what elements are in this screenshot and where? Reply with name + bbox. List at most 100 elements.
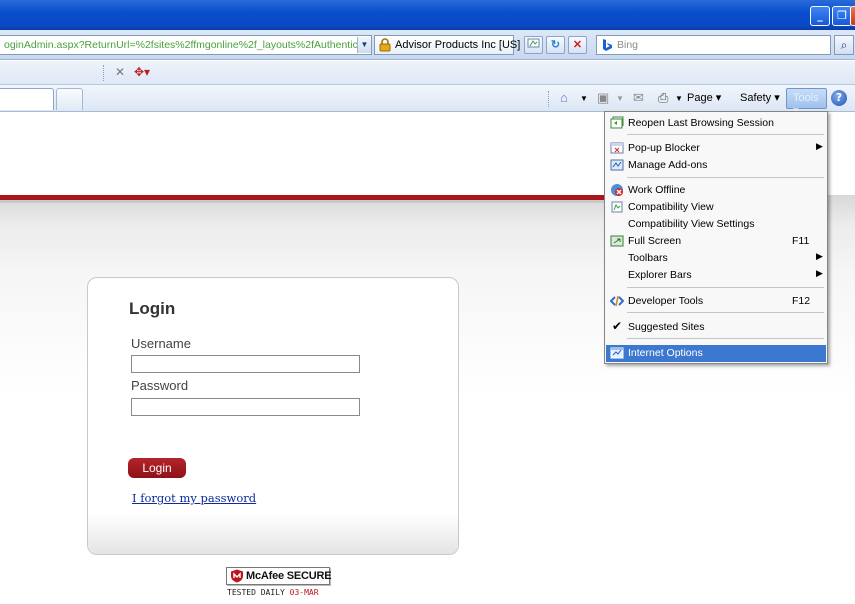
- menu-separator: [627, 312, 824, 313]
- menu-item-shortcut: F11: [792, 235, 810, 247]
- title-bar: _ ❐: [0, 0, 855, 30]
- menu-item-label: Explorer Bars: [628, 269, 692, 281]
- popup-blocker-icon: [610, 141, 624, 155]
- bing-icon: [603, 39, 612, 51]
- menu-item-developer-tools[interactable]: Developer Tools F12: [606, 293, 826, 310]
- address-bar[interactable]: oginAdmin.aspx?ReturnUrl=%2fsites%2ffmgo…: [0, 35, 372, 55]
- tools-dropdown-menu: Reopen Last Browsing Session Pop-up Bloc…: [604, 111, 828, 364]
- mcafee-tested-text: TESTED DAILY: [227, 588, 285, 597]
- safety-menu[interactable]: Safety ▾: [740, 91, 780, 104]
- refresh-button[interactable]: ↻: [546, 36, 565, 54]
- page-menu-label: Page: [687, 92, 713, 104]
- close-icon[interactable]: ✕: [115, 65, 125, 79]
- mcafee-tested-line: TESTED DAILY 03-MAR: [227, 588, 319, 597]
- header-stripe-shadow: [0, 200, 605, 203]
- address-dropdown-icon[interactable]: ▼: [357, 37, 371, 53]
- menu-item-label: Developer Tools: [628, 295, 704, 307]
- menu-item-compatibility-settings[interactable]: Compatibility View Settings: [606, 216, 826, 233]
- password-label: Password: [131, 378, 189, 393]
- tools-menu-button[interactable]: Tools ▾: [786, 88, 827, 117]
- menu-item-compatibility-view[interactable]: Compatibility View: [606, 199, 826, 216]
- menu-item-reopen-session[interactable]: Reopen Last Browsing Session: [606, 115, 826, 132]
- toolbar-separator: [103, 65, 104, 81]
- menu-item-label: Suggested Sites: [628, 321, 705, 333]
- menu-item-label: Compatibility View: [628, 201, 714, 213]
- menu-separator: [627, 287, 824, 288]
- developer-tools-icon: [610, 294, 624, 308]
- minimize-button[interactable]: _: [810, 6, 830, 26]
- manage-addons-icon: [610, 158, 624, 172]
- lock-icon: [379, 38, 391, 52]
- feeds-dropdown-icon[interactable]: ▼: [616, 94, 624, 103]
- menu-item-full-screen[interactable]: Full Screen F11: [606, 233, 826, 250]
- menu-item-popup-blocker[interactable]: Pop-up Blocker ▶: [606, 140, 826, 157]
- username-label: Username: [131, 336, 191, 351]
- username-field[interactable]: [131, 355, 360, 373]
- help-icon[interactable]: ?: [831, 90, 847, 106]
- menu-separator: [627, 177, 824, 178]
- refresh-icon: ↻: [550, 39, 561, 51]
- close-window-button[interactable]: [850, 6, 855, 26]
- toolbar-separator: [548, 91, 549, 107]
- extensions-toolbar: ✕ ✥▾: [0, 61, 855, 85]
- menu-item-label: Work Offline: [628, 184, 686, 196]
- submenu-arrow-icon: ▶: [816, 251, 823, 261]
- submenu-arrow-icon: ▶: [816, 141, 823, 151]
- print-icon[interactable]: ⎙: [658, 90, 668, 106]
- compatibility-icon: [527, 38, 540, 48]
- menu-item-explorer-bars[interactable]: Explorer Bars ▶: [606, 267, 826, 284]
- work-offline-icon: [610, 183, 624, 197]
- login-panel: Login Username Password Login I forgot m…: [87, 277, 459, 555]
- menu-item-internet-options[interactable]: Internet Options: [606, 345, 826, 362]
- menu-item-label: Compatibility View Settings: [628, 218, 755, 230]
- mcafee-logo: McAfee SECURE: [226, 567, 332, 585]
- mcafee-secure-badge[interactable]: McAfee SECURE TESTED DAILY 03-MAR: [223, 567, 332, 601]
- address-url: oginAdmin.aspx?ReturnUrl=%2fsites%2ffmgo…: [4, 39, 364, 51]
- menu-item-label: Manage Add-ons: [628, 159, 708, 171]
- search-placeholder: Bing: [617, 39, 639, 51]
- mail-icon[interactable]: ✉: [633, 90, 644, 106]
- safety-menu-label: Safety: [740, 92, 772, 104]
- menu-item-label: Pop-up Blocker: [628, 142, 700, 154]
- command-bar: ⌂ ▼ ▣ ▼ ✉ ⎙ ▼ Page ▾ Safety ▾ Tools ▾ ?: [0, 85, 855, 117]
- panel-footer: [88, 514, 458, 554]
- login-button[interactable]: Login: [128, 458, 186, 478]
- page-menu[interactable]: Page ▾: [687, 91, 721, 104]
- browser-window: _ ❐ oginAdmin.aspx?ReturnUrl=%2fsites%2f…: [0, 0, 855, 604]
- stop-icon: ✕: [572, 39, 583, 51]
- menu-separator: [627, 134, 824, 135]
- certificate-name: Advisor Products Inc [US]: [395, 39, 521, 51]
- address-bar-row: oginAdmin.aspx?ReturnUrl=%2fsites%2ffmgo…: [0, 30, 855, 60]
- security-certificate-badge[interactable]: Advisor Products Inc [US]: [374, 35, 520, 55]
- compatibility-view-icon: [610, 200, 624, 214]
- mcafee-brand: McAfee SECURE: [246, 570, 332, 582]
- restore-button[interactable]: ❐: [832, 6, 852, 26]
- new-tab-button[interactable]: [56, 88, 83, 110]
- print-dropdown-icon[interactable]: ▼: [675, 94, 683, 103]
- search-box[interactable]: Bing: [596, 35, 831, 55]
- menu-item-toolbars[interactable]: Toolbars ▶: [606, 250, 826, 267]
- login-title: Login: [129, 299, 176, 318]
- menu-item-manage-addons[interactable]: Manage Add-ons: [606, 157, 826, 174]
- search-button[interactable]: ⌕: [834, 35, 854, 55]
- compatibility-view-button[interactable]: [524, 36, 543, 54]
- addon-icon[interactable]: ✥▾: [134, 65, 150, 79]
- home-dropdown-icon[interactable]: ▼: [580, 94, 588, 103]
- menu-item-shortcut: F12: [792, 295, 811, 307]
- forgot-password-link[interactable]: I forgot my password: [132, 491, 256, 505]
- browser-tab[interactable]: [0, 88, 54, 110]
- home-icon[interactable]: ⌂: [560, 90, 568, 105]
- checkmark-icon: ✔: [612, 319, 623, 333]
- reopen-session-icon: [610, 116, 624, 130]
- tools-menu-label: Tools: [793, 92, 819, 104]
- stop-button[interactable]: ✕: [568, 36, 587, 54]
- menu-separator: [627, 338, 824, 339]
- mcafee-date: 03-MAR: [289, 588, 319, 597]
- menu-item-work-offline[interactable]: Work Offline: [606, 182, 826, 199]
- submenu-arrow-icon: ▶: [816, 268, 823, 278]
- internet-options-icon: [610, 346, 624, 360]
- mcafee-shield-icon: [231, 569, 243, 583]
- menu-item-suggested-sites[interactable]: ✔ Suggested Sites: [606, 319, 826, 336]
- password-field[interactable]: [131, 398, 360, 416]
- feeds-icon[interactable]: ▣: [597, 90, 609, 106]
